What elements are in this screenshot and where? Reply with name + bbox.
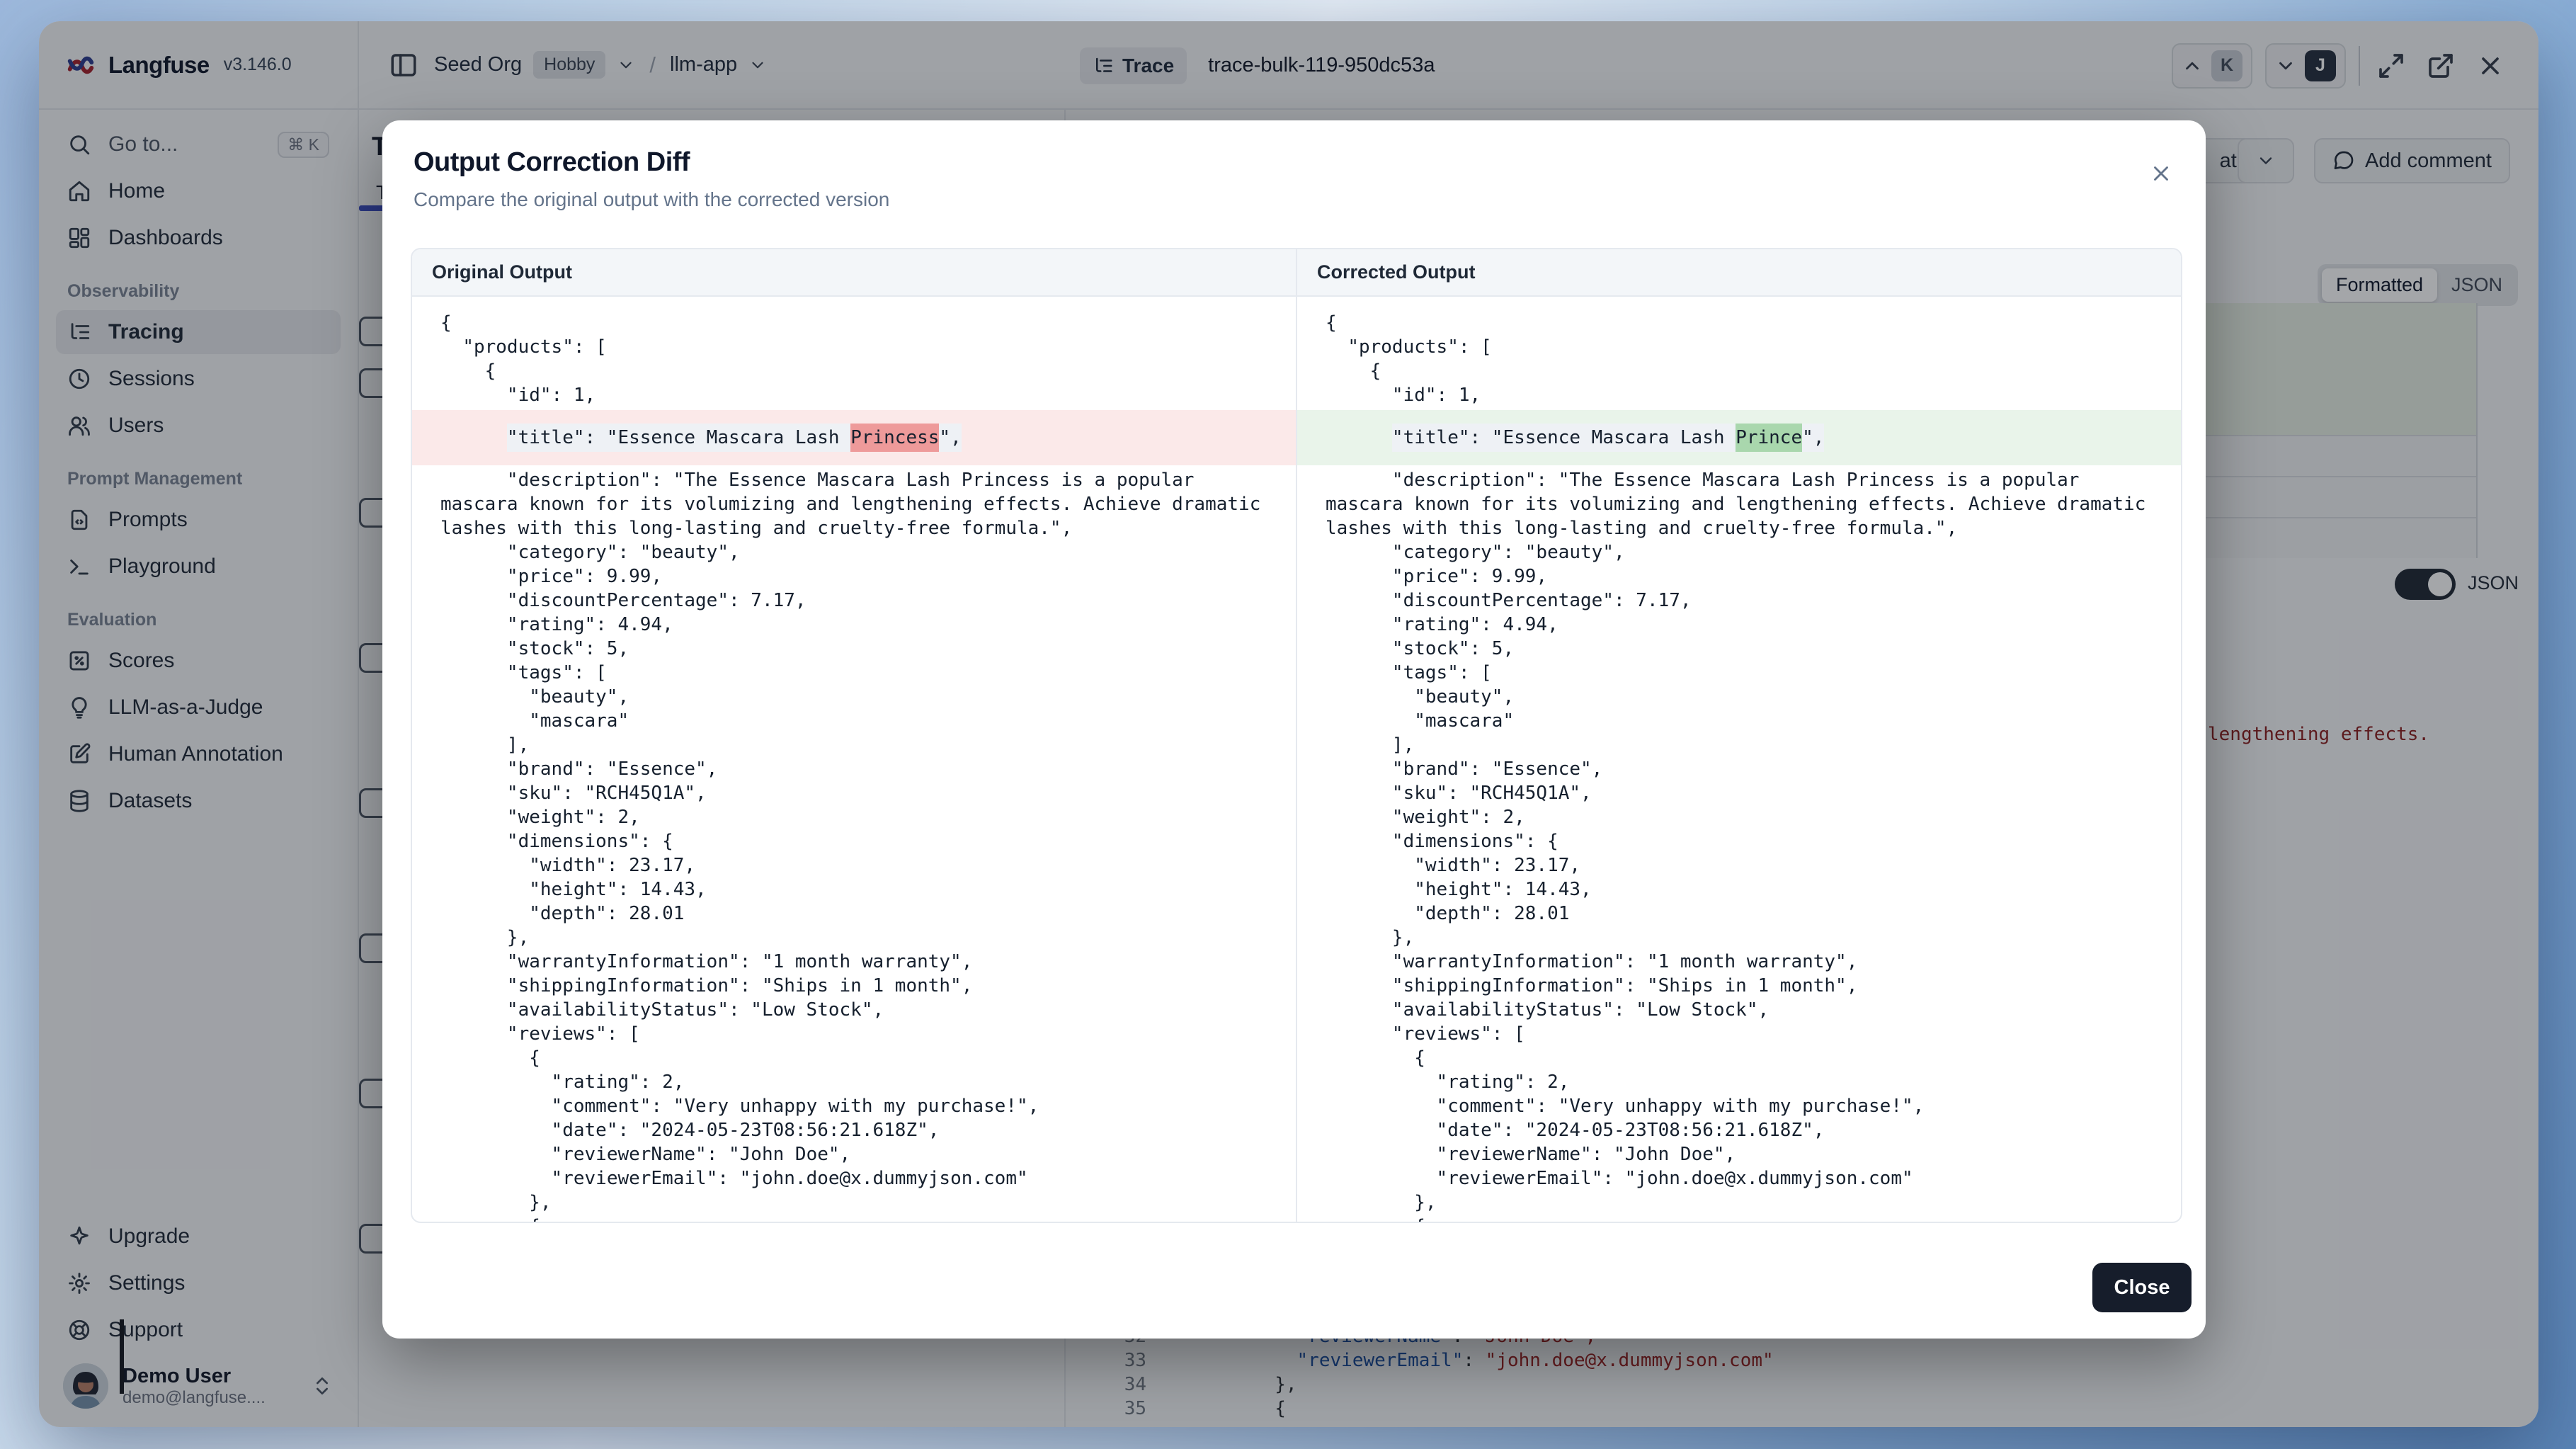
original-output-panel[interactable]: { "products": [ { "id": 1, "title": "Ess… [412, 297, 1296, 1222]
json-line: "reviewerEmail": "john.doe@x.dummyjson.c… [1297, 1166, 2181, 1191]
json-line: "id": 1, [1297, 383, 2181, 407]
diff-header-row: Original Output Corrected Output [412, 249, 2181, 297]
json-line: "tags": [ [412, 661, 1296, 685]
json-line: "shippingInformation": "Ships in 1 month… [1297, 974, 2181, 998]
json-line: "rating": 4.94, [1297, 613, 2181, 637]
output-correction-diff-modal: Output Correction Diff Compare the origi… [382, 120, 2206, 1339]
json-line: "depth": 28.01 [1297, 902, 2181, 926]
json-line: "stock": 5, [1297, 637, 2181, 661]
json-line: "discountPercentage": 7.17, [412, 589, 1296, 613]
json-line: "availabilityStatus": "Low Stock", [412, 998, 1296, 1022]
modal-title: Output Correction Diff [414, 147, 690, 178]
json-line: "sku": "RCH45Q1A", [1297, 781, 2181, 805]
json-line: "stock": 5, [412, 637, 1296, 661]
json-line: "comment": "Very unhappy with my purchas… [412, 1094, 1296, 1118]
json-line: "discountPercentage": 7.17, [1297, 589, 2181, 613]
json-line: "beauty", [1297, 685, 2181, 709]
json-line: "reviews": [ [1297, 1022, 2181, 1046]
removed-line: "title": "Essence Mascara Lash Princess"… [412, 410, 1296, 465]
json-line: "beauty", [412, 685, 1296, 709]
json-line: { [1297, 359, 2181, 383]
json-line: ], [412, 733, 1296, 757]
json-line: "weight": 2, [412, 805, 1296, 829]
json-line: "width": 23.17, [1297, 853, 2181, 877]
json-line: { [412, 1046, 1296, 1070]
json-line: { [412, 1215, 1296, 1222]
added-word: Prince [1736, 424, 1802, 452]
json-line: }, [412, 926, 1296, 950]
json-line: "dimensions": { [1297, 829, 2181, 853]
json-line: "reviewerEmail": "john.doe@x.dummyjson.c… [412, 1166, 1296, 1191]
json-line: ], [1297, 733, 2181, 757]
diff-body: { "products": [ { "id": 1, "title": "Ess… [412, 297, 2181, 1222]
json-line: "comment": "Very unhappy with my purchas… [1297, 1094, 2181, 1118]
json-line: { [412, 311, 1296, 335]
json-line: "warrantyInformation": "1 month warranty… [1297, 950, 2181, 974]
json-line: "rating": 2, [1297, 1070, 2181, 1094]
json-line: "height": 14.43, [412, 877, 1296, 902]
json-line: "sku": "RCH45Q1A", [412, 781, 1296, 805]
json-line: }, [1297, 1191, 2181, 1215]
json-line: "mascara" [412, 709, 1296, 733]
json-line: "reviewerName": "John Doe", [412, 1142, 1296, 1166]
json-line: }, [412, 1191, 1296, 1215]
json-line: "products": [ [412, 335, 1296, 359]
json-line: "description": "The Essence Mascara Lash… [1297, 468, 2181, 540]
json-line: "shippingInformation": "Ships in 1 month… [412, 974, 1296, 998]
json-line: "height": 14.43, [1297, 877, 2181, 902]
json-line: "rating": 2, [412, 1070, 1296, 1094]
json-line: "description": "The Essence Mascara Lash… [412, 468, 1296, 540]
json-line: { [1297, 1215, 2181, 1222]
modal-subtitle: Compare the original output with the cor… [414, 188, 889, 211]
removed-word: Princess [850, 424, 939, 452]
json-line: "brand": "Essence", [1297, 757, 2181, 781]
json-line: "mascara" [1297, 709, 2181, 733]
corrected-output-header: Corrected Output [1296, 249, 2181, 295]
json-line: "brand": "Essence", [412, 757, 1296, 781]
json-line: }, [1297, 926, 2181, 950]
json-line: { [1297, 1046, 2181, 1070]
json-line: "price": 9.99, [412, 564, 1296, 589]
json-line: "id": 1, [412, 383, 1296, 407]
added-line: "title": "Essence Mascara Lash Prince", [1297, 410, 2181, 465]
json-line: "warrantyInformation": "1 month warranty… [412, 950, 1296, 974]
json-line: "tags": [ [1297, 661, 2181, 685]
json-line: "reviewerName": "John Doe", [1297, 1142, 2181, 1166]
json-line: "date": "2024-05-23T08:56:21.618Z", [1297, 1118, 2181, 1142]
app-window: Langfuse v3.146.0 Seed Org Hobby / llm-a… [39, 21, 2538, 1427]
diff-container: Original Output Corrected Output { "prod… [411, 248, 2182, 1223]
json-line: "dimensions": { [412, 829, 1296, 853]
original-output-header: Original Output [412, 249, 1296, 295]
close-button[interactable]: Close [2092, 1263, 2192, 1312]
json-line: { [1297, 311, 2181, 335]
json-line: "width": 23.17, [412, 853, 1296, 877]
json-line: "category": "beauty", [1297, 540, 2181, 564]
json-line: "rating": 4.94, [412, 613, 1296, 637]
corrected-output-panel[interactable]: { "products": [ { "id": 1, "title": "Ess… [1296, 297, 2181, 1222]
json-line: { [412, 359, 1296, 383]
json-line: "depth": 28.01 [412, 902, 1296, 926]
json-line: "reviews": [ [412, 1022, 1296, 1046]
json-line: "products": [ [1297, 335, 2181, 359]
json-line: "price": 9.99, [1297, 564, 2181, 589]
modal-close-icon[interactable] [2145, 157, 2177, 190]
json-line: "weight": 2, [1297, 805, 2181, 829]
json-line: "availabilityStatus": "Low Stock", [1297, 998, 2181, 1022]
json-line: "date": "2024-05-23T08:56:21.618Z", [412, 1118, 1296, 1142]
json-line: "category": "beauty", [412, 540, 1296, 564]
